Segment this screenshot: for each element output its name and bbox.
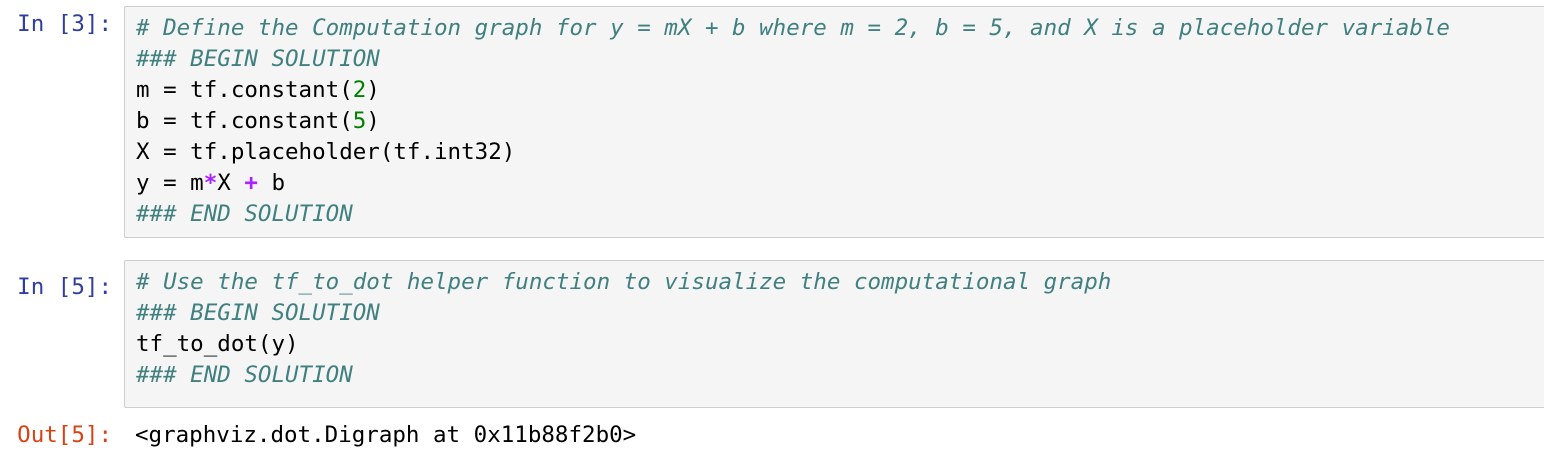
code-comment: # Define the Computation graph for y = m… [136, 15, 1450, 41]
output-text: <graphviz.dot.Digraph at 0x11b88f2b0> [135, 422, 637, 448]
code-line: ### END SOLUTION [136, 360, 1544, 391]
code-comment: ### END SOLUTION [136, 362, 353, 388]
code-line: ### BEGIN SOLUTION [136, 44, 1544, 75]
code-comment: ### END SOLUTION [136, 201, 353, 227]
output-prompt: Out[5]: [17, 422, 112, 448]
code-editor[interactable]: # Define the Computation graph for y = m… [124, 6, 1544, 238]
code-line: X = tf.placeholder(tf.int32) [136, 137, 1544, 168]
code-text: ) [366, 108, 380, 134]
code-line: ### END SOLUTION [136, 199, 1544, 230]
input-prompt: In [5]: [17, 274, 112, 300]
code-text: X [217, 170, 245, 196]
code-comment: ### BEGIN SOLUTION [136, 300, 380, 326]
code-line: tf_to_dot(y) [136, 329, 1544, 360]
code-number: 5 [352, 108, 367, 134]
code-text: tf_to_dot(y) [136, 331, 299, 357]
code-number: 2 [352, 77, 367, 103]
code-text: m = tf.constant( [136, 77, 353, 103]
code-line: b = tf.constant(5) [136, 106, 1544, 137]
code-text: X = tf.placeholder(tf.int32) [136, 139, 516, 165]
code-cell-1[interactable]: In [3]: # Define the Computation graph f… [0, 6, 1544, 238]
code-line: y = m*X + b [136, 168, 1544, 199]
input-prompt: In [3]: [17, 11, 112, 37]
code-comment: ### BEGIN SOLUTION [136, 46, 380, 72]
code-text: b = tf.constant( [136, 108, 353, 134]
code-line: # Define the Computation graph for y = m… [136, 13, 1544, 44]
code-text: ) [366, 77, 380, 103]
code-text: b [257, 170, 286, 196]
code-editor[interactable]: # Use the tf_to_dot helper function to v… [124, 260, 1544, 408]
code-cell-2[interactable]: In [5]: # Use the tf_to_dot helper funct… [0, 260, 1544, 408]
output-cell: Out[5]: <graphviz.dot.Digraph at 0x11b88… [0, 420, 1544, 452]
code-comment: # Use the tf_to_dot helper function to v… [136, 269, 1112, 295]
code-line: # Use the tf_to_dot helper function to v… [136, 267, 1544, 298]
code-operator: + [244, 170, 258, 196]
code-line: m = tf.constant(2) [136, 75, 1544, 106]
code-operator: * [203, 170, 218, 196]
code-text: y = m [136, 170, 204, 196]
code-line: ### BEGIN SOLUTION [136, 298, 1544, 329]
